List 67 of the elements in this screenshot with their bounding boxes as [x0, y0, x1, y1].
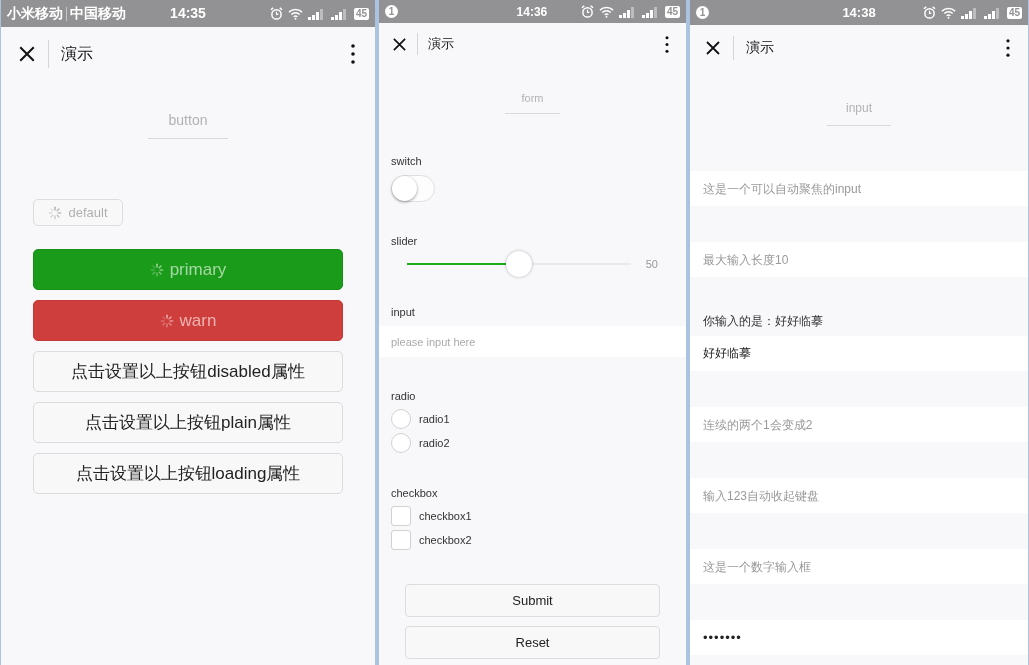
input-field[interactable]: 连续的两个1会变成2 [690, 407, 1028, 442]
carrier-name: 小米移动 [7, 4, 63, 23]
wifi-icon [287, 7, 303, 20]
input-field[interactable]: 输入123自动收起键盘 [690, 478, 1028, 513]
alarm-icon [269, 7, 283, 20]
nav-title: 演示 [428, 35, 455, 54]
password-field[interactable]: ••••••• [690, 620, 1028, 655]
field-label: slider [390, 234, 419, 248]
input-field[interactable]: 这是一个可以自动聚焦的input [690, 171, 1028, 206]
signal-icon [618, 5, 637, 18]
status-time: 14:38 [841, 3, 877, 22]
field-label: radio [390, 389, 417, 403]
radio-button[interactable] [391, 409, 411, 429]
loading-spinner-icon [48, 205, 63, 220]
notification-badge: 1 [385, 5, 398, 18]
checkbox[interactable] [391, 530, 411, 550]
signal-icon [307, 7, 326, 20]
input-field[interactable]: 最大输入长度10 [690, 242, 1028, 277]
result-text: 你输入的是：好好临摹 [702, 313, 824, 330]
field-label: checkbox [390, 486, 439, 500]
slider-thumb[interactable] [506, 251, 532, 277]
loading-spinner-icon [149, 262, 164, 277]
loading-spinner-icon [159, 313, 174, 328]
page-title: button [167, 111, 209, 130]
signal-icon [641, 5, 660, 18]
field-label: switch [390, 154, 423, 168]
page-title: form [520, 91, 545, 106]
alarm-icon [580, 5, 594, 18]
button[interactable]: 点击设置以上按钮loading属性 [33, 453, 343, 494]
close-icon[interactable] [18, 44, 36, 63]
toggle-switch[interactable] [391, 175, 435, 202]
option-label: radio1 [419, 411, 450, 427]
close-icon[interactable] [392, 36, 407, 52]
page-title: input [845, 100, 873, 116]
radio-button[interactable] [391, 433, 411, 453]
wifi-icon [598, 5, 614, 18]
more-icon[interactable] [351, 42, 355, 65]
signal-icon [960, 6, 979, 19]
battery-indicator: 45 [664, 5, 680, 18]
nav-title: 演示 [61, 43, 94, 64]
field-label: input [390, 305, 416, 319]
signal-icon [330, 7, 349, 20]
input-field[interactable]: 这是一个数字输入框 [690, 549, 1028, 584]
more-icon[interactable] [665, 35, 669, 53]
status-time: 14:36 [515, 3, 549, 21]
option-label: checkbox1 [419, 508, 472, 524]
battery-indicator: 45 [1006, 6, 1022, 19]
button[interactable]: Reset [405, 626, 660, 659]
input-field[interactable]: please input here [379, 326, 686, 357]
slider-value: 50 [644, 256, 658, 272]
signal-icon [983, 6, 1002, 19]
option-label: checkbox2 [419, 532, 472, 548]
battery-indicator: 45 [353, 7, 369, 20]
button[interactable]: 点击设置以上按钮plain属性 [33, 402, 343, 443]
option-label: radio2 [419, 435, 450, 451]
wifi-icon [940, 6, 956, 19]
alarm-icon [922, 6, 936, 19]
close-icon[interactable] [705, 39, 721, 56]
checkbox[interactable] [391, 506, 411, 526]
button[interactable]: Submit [405, 584, 660, 617]
status-time: 14:35 [169, 4, 207, 23]
more-icon[interactable] [1006, 38, 1010, 57]
nav-title: 演示 [746, 38, 775, 57]
notification-badge: 1 [696, 6, 709, 19]
button[interactable]: 点击设置以上按钮disabled属性 [33, 351, 343, 392]
carrier-name: 中国移动 [70, 4, 126, 23]
input-field[interactable]: 好好临摹 [690, 336, 1028, 371]
